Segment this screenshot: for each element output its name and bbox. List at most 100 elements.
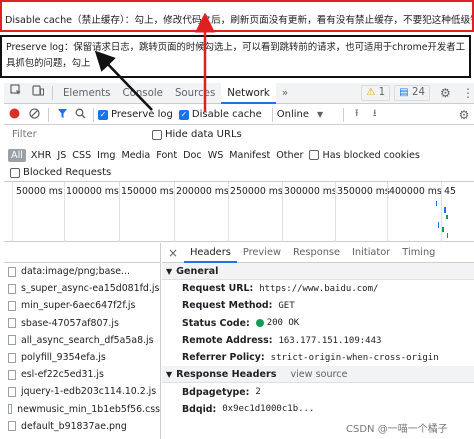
timeline-tick: 150000 ms [121,186,174,197]
request-row[interactable]: s_super_async-ea15d081fd.js [4,280,160,297]
checkbox-checked-icon: ✓ [178,109,189,120]
request-row[interactable]: all_async_search_df5a5a8.js [4,332,160,349]
type-filter-media[interactable]: Media [121,150,150,161]
header-value: https://www.baidu.com/ [259,283,379,294]
timeline-overview[interactable]: 50000 ms 100000 ms 150000 ms 200000 ms 2… [4,182,474,242]
request-details: × Headers Preview Response Initiator Tim… [162,243,474,439]
bdpagetype-row: Bdpagetype: 2 [162,383,474,400]
messages-badge[interactable]: ▤ 24 [394,85,430,101]
file-icon [8,266,16,277]
request-row[interactable]: default_b91837ae.png [4,418,160,435]
warning-count: 1 [378,87,386,98]
tab-console[interactable]: Console [117,83,169,104]
toolbar-divider [342,107,344,122]
general-section-header[interactable]: ▼ General [162,263,474,280]
timeline-request-bars [436,201,448,238]
request-row[interactable]: jquery-1-edb203c114.10.2.js [4,383,160,400]
type-filter-img[interactable]: Img [97,150,115,161]
timeline-gridline [228,182,229,242]
network-settings-icon[interactable]: ⚙ [454,108,474,122]
response-headers-section-header[interactable]: ▼ Response Headers view source [162,366,474,384]
header-key: Remote Address: [182,335,273,347]
status-dot-icon [255,319,264,328]
header-key: Bdqid: [182,403,217,415]
kebab-menu-icon[interactable]: ⋮ [456,83,474,104]
disable-cache-checkbox[interactable]: ✓ Disable cache [178,109,262,120]
request-name: s_super_async-ea15d081fd.js [21,283,160,295]
tab-network[interactable]: Network [221,82,276,104]
timeline-gridline [282,182,283,242]
type-filter-manifest[interactable]: Manifest [229,150,270,161]
header-key: Request Method: [182,300,273,312]
preserve-log-checkbox[interactable]: ✓ Preserve log [98,109,173,120]
request-name: jquery-1-edb203c114.10.2.js [21,386,157,398]
more-tabs-button[interactable]: » [276,83,294,104]
tab-initiator[interactable]: Initiator [346,243,396,263]
chevron-down-icon: ▼ [317,110,324,119]
file-icon [8,318,16,329]
request-row[interactable]: sbase-47057af807.js [4,315,160,332]
has-blocked-cookies-checkbox[interactable]: Has blocked cookies [309,150,420,161]
request-row[interactable]: esl-ef22c5ed31.js [4,366,160,383]
filter-input[interactable] [4,126,144,143]
search-icon[interactable] [71,108,89,122]
tab-response[interactable]: Response [287,243,346,263]
type-filter-js[interactable]: JS [57,150,66,161]
request-name: sbase-47057af807.js [21,317,119,329]
type-filter-font[interactable]: Font [156,150,177,161]
tab-headers[interactable]: Headers [184,243,237,263]
request-row[interactable]: polyfill_9354efa.js [4,349,160,366]
type-filter-other[interactable]: Other [276,150,303,161]
close-details-icon[interactable]: × [162,243,184,263]
triangle-down-icon: ▼ [166,266,173,276]
request-row[interactable]: newmusic_min_1b1eb5f56.css [4,401,160,418]
filter-bar: Hide data URLs [4,125,474,144]
tab-sources[interactable]: Sources [169,83,221,104]
header-value: 200 OK [266,318,300,329]
throttling-select[interactable]: Online ▼ [277,109,339,120]
settings-gear-icon[interactable]: ⚙ [434,83,456,104]
request-row[interactable]: min_super-6aec647f2f.js [4,297,160,314]
type-filter-all[interactable]: All [8,148,26,162]
request-list-header [4,243,160,263]
request-url-row: Request URL: https://www.baidu.com/ [162,280,474,297]
warning-badge[interactable]: ⚠ 1 [361,85,391,101]
type-filter-css[interactable]: CSS [72,150,91,161]
network-toolbar: ✓ Preserve log ✓ Disable cache Online ▼ … [4,105,474,125]
request-name: min_super-6aec647f2f.js [21,300,136,312]
type-filter-doc[interactable]: Doc [183,150,202,161]
clear-icon[interactable] [24,107,44,122]
tab-timing[interactable]: Timing [396,243,441,263]
request-name: esl-ef22c5ed31.js [21,369,104,381]
type-filter-xhr[interactable]: XHR [31,150,51,161]
request-row[interactable]: data:image/png;base... [4,263,160,280]
inspect-element-icon[interactable] [4,83,26,104]
timeline-tick: 250000 ms [230,186,283,197]
remote-address-row: Remote Address: 163.177.151.109:443 [162,332,474,349]
view-source-link[interactable]: view source [290,369,347,380]
device-toggle-icon[interactable] [26,83,48,104]
request-name: data:image/png;base... [21,266,130,278]
type-filter-ws[interactable]: WS [208,150,224,161]
export-har-icon[interactable]: ⭳ [366,106,384,123]
watermark: CSDN @一喵一个橘子 [346,424,448,435]
tab-elements[interactable]: Elements [57,83,117,104]
disable-cache-label: Disable cache [191,109,262,120]
blocked-requests-checkbox[interactable]: Blocked Requests [10,167,111,178]
import-har-icon[interactable]: ⭱ [348,106,366,123]
header-key: Bdpagetype: [182,386,250,398]
record-button[interactable] [4,108,24,122]
toolbar-divider [271,107,273,122]
bdqid-row: Bdqid: 0x9ec1d1000c1b... [162,401,474,418]
header-value: 163.177.151.109:443 [278,335,382,346]
tab-preview[interactable]: Preview [237,243,287,263]
request-name: all_async_search_df5a5a8.js [21,334,154,346]
checkbox-unchecked-icon [10,167,20,178]
blocked-requests-row: Blocked Requests [4,164,474,182]
hide-data-urls-checkbox[interactable]: Hide data URLs [152,129,242,140]
throttling-value: Online [276,109,310,120]
filter-funnel-icon[interactable] [53,108,71,122]
details-tabbar: × Headers Preview Response Initiator Tim… [162,243,474,263]
header-key: Referrer Policy: [182,352,265,364]
timeline-gridline [12,182,13,242]
